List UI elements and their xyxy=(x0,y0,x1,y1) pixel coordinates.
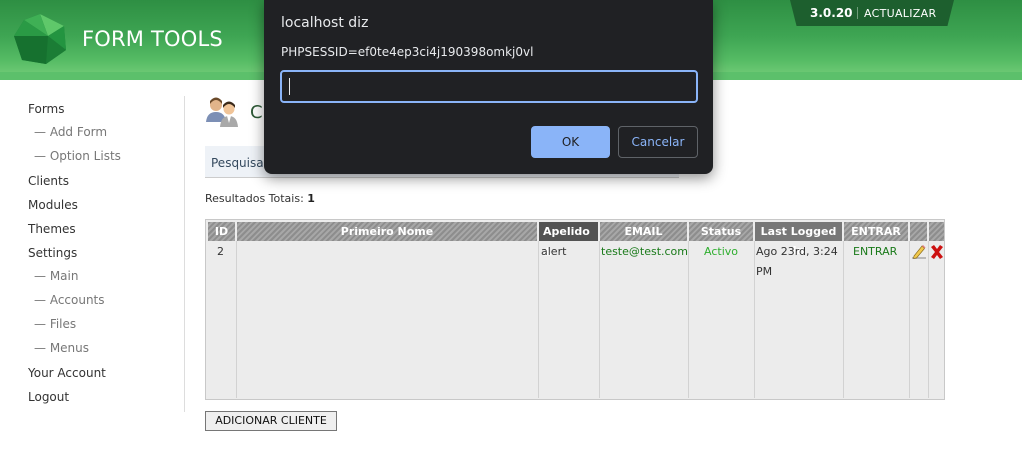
column-header-first-name[interactable]: Primeiro Nome xyxy=(237,222,537,241)
row-login-link[interactable]: ENTRAR xyxy=(853,242,897,262)
edit-pencil-icon[interactable] xyxy=(911,244,927,260)
row-last-name: alert xyxy=(541,245,567,258)
sidebar-item-logout[interactable]: Logout xyxy=(28,390,69,404)
cancel-button[interactable]: Cancelar xyxy=(618,126,698,158)
clients-table: ID Primeiro Nome Apelido ▲ EMAIL Status … xyxy=(205,219,945,400)
row-email[interactable]: teste@test.com xyxy=(601,242,688,262)
column-header-edit xyxy=(910,222,927,241)
column-header-login[interactable]: ENTRAR xyxy=(844,222,908,241)
search-label[interactable]: Pesquisar xyxy=(211,156,269,170)
sidebar-item-themes[interactable]: Themes xyxy=(28,222,76,236)
dialog-message: PHPSESSID=ef0te4ep3ci4j190398omkj0vl xyxy=(281,45,534,59)
sidebar-item-settings[interactable]: Settings xyxy=(28,246,77,260)
ok-button[interactable]: OK xyxy=(531,126,610,158)
column-header-last-logged-in[interactable]: Last Logged In xyxy=(755,222,842,257)
column-divider xyxy=(688,241,689,398)
version-separator xyxy=(857,7,858,19)
column-divider xyxy=(909,241,910,398)
version-tab: 3.0.20 ACTUALIZAR xyxy=(790,0,954,26)
row-id: 2 xyxy=(217,245,224,258)
results-label: Resultados Totais: xyxy=(205,192,304,205)
dialog-prompt-input[interactable] xyxy=(280,70,698,103)
column-divider xyxy=(754,241,755,398)
delete-x-icon[interactable] xyxy=(929,244,945,260)
row-last-logged-time: PM xyxy=(756,265,773,278)
sidebar-item-add-form[interactable]: — Add Form xyxy=(34,125,107,139)
sidebar-item-clients[interactable]: Clients xyxy=(28,174,69,188)
brand-name: FORM TOOLS xyxy=(82,27,223,51)
prompt-dialog: localhost diz PHPSESSID=ef0te4ep3ci4j190… xyxy=(264,0,713,174)
form-tools-logo-icon[interactable] xyxy=(12,12,68,66)
clients-icon xyxy=(206,97,238,127)
results-total: Resultados Totais: 1 xyxy=(205,192,315,205)
sidebar-item-main[interactable]: — Main xyxy=(34,269,78,283)
update-link[interactable]: ACTUALIZAR xyxy=(864,7,936,20)
sidebar-item-menus[interactable]: — Menus xyxy=(34,341,89,355)
sidebar-item-your-account[interactable]: Your Account xyxy=(28,366,106,380)
column-header-status[interactable]: Status xyxy=(689,222,753,241)
row-last-logged-date: Ago 23rd, 3:24 xyxy=(756,245,838,258)
column-header-id[interactable]: ID xyxy=(208,222,235,241)
sidebar-item-option-lists[interactable]: — Option Lists xyxy=(34,149,121,163)
results-count: 1 xyxy=(307,192,315,205)
column-divider xyxy=(599,241,600,398)
sidebar-nav: Forms — Add Form — Option Lists Clients … xyxy=(0,96,185,412)
text-caret xyxy=(289,78,290,95)
sidebar-item-modules[interactable]: Modules xyxy=(28,198,78,212)
column-header-email[interactable]: EMAIL xyxy=(600,222,687,241)
add-client-button[interactable]: ADICIONAR CLIENTE xyxy=(205,411,337,431)
column-divider xyxy=(236,241,237,398)
column-divider xyxy=(928,241,929,398)
column-divider xyxy=(538,241,539,398)
column-divider xyxy=(843,241,844,398)
column-header-delete xyxy=(929,222,944,241)
column-header-last-name[interactable]: Apelido ▲ xyxy=(539,222,598,257)
sidebar-item-accounts[interactable]: — Accounts xyxy=(34,293,105,307)
sidebar-item-files[interactable]: — Files xyxy=(34,317,76,331)
version-label: 3.0.20 xyxy=(810,6,853,20)
dialog-title: localhost diz xyxy=(281,15,369,31)
row-status: Activo xyxy=(704,245,738,258)
sidebar-item-forms[interactable]: Forms xyxy=(28,102,64,116)
